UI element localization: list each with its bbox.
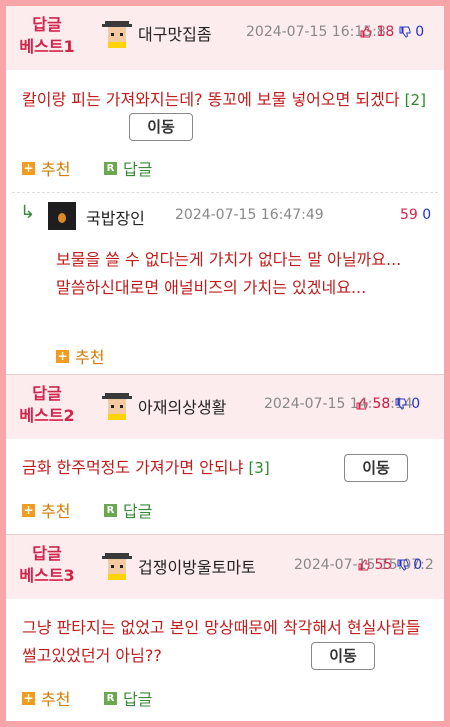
thumb-up-icon[interactable] — [356, 398, 368, 410]
recommend-label: 추천 — [41, 160, 71, 179]
thumb-up-icon[interactable] — [360, 26, 372, 38]
downvote-count: 0 — [422, 207, 432, 223]
downvote-count: 0 — [415, 24, 425, 40]
best-label-line1: 답글 — [32, 15, 62, 34]
best-label-line2: 베스트1 — [19, 37, 75, 56]
reply-button[interactable]: R 답글 — [104, 156, 152, 180]
best-label-line1: 답글 — [32, 384, 62, 403]
reply-r-icon: R — [104, 691, 117, 705]
move-button[interactable]: 이동 — [311, 642, 375, 670]
divider — [12, 192, 438, 193]
plus-icon: + — [22, 502, 35, 517]
reply-label: 답글 — [123, 502, 153, 521]
downvote-count: 0 — [411, 396, 421, 412]
reply-label: 답글 — [123, 160, 153, 179]
author-name[interactable]: 국밥장인 — [86, 205, 145, 229]
plus-icon: + — [22, 160, 35, 175]
pixel-avatar-icon[interactable] — [102, 550, 132, 580]
best-label-line2: 베스트2 — [19, 406, 75, 425]
reply-count: [2] — [404, 91, 426, 109]
recommend-button[interactable]: + 추천 — [22, 156, 70, 180]
thumb-up-icon[interactable] — [358, 559, 370, 571]
thumb-down-icon[interactable] — [397, 559, 409, 571]
recommend-button[interactable]: + 추천 — [22, 686, 70, 710]
best-label: 답글 베스트1 — [6, 14, 88, 58]
reply-avatar[interactable] — [48, 202, 76, 230]
move-button[interactable]: 이동 — [344, 454, 408, 482]
recommend-label: 추천 — [75, 348, 105, 367]
comment-text: 칼이랑 피는 가져와지는데? 똥꼬에 보물 넣어오면 되겠다 — [22, 90, 400, 109]
upvote-count: 55 — [374, 557, 393, 573]
timestamp: 2024-07-15 16:47:49 — [175, 207, 324, 223]
comment-body: 보물을 쓸 수 없다는게 가치가 없다는 말 아닐까요... 말씀하신대로면 애… — [56, 250, 402, 297]
upvote-count: 18 — [376, 24, 395, 40]
comment-panel: 답글 베스트1 대구맛집좀 2024-07-15 16:15:8 18 0 칼이… — [6, 6, 444, 721]
plus-icon: + — [22, 690, 35, 705]
move-button[interactable]: 이동 — [129, 113, 193, 141]
pixel-avatar-icon[interactable] — [102, 18, 132, 48]
best-label-line1: 답글 — [32, 544, 62, 563]
comment-body: 칼이랑 피는 가져와지는데? 똥꼬에 보물 넣어오면 되겠다 [2] — [22, 86, 432, 114]
reply-r-icon: R — [104, 161, 117, 175]
comment-text: 금화 한주먹정도 가져가면 안되냐 — [22, 458, 244, 477]
pixel-avatar-icon[interactable] — [102, 390, 132, 420]
thumb-down-icon[interactable] — [395, 398, 407, 410]
author-name[interactable]: 대구맛집좀 — [138, 21, 212, 45]
vote-counts: 18 0 — [360, 24, 424, 40]
upvote-count: 58 — [372, 396, 391, 412]
comment-body: 금화 한주먹정도 가져가면 안되냐 [3] — [22, 454, 332, 482]
vote-counts: 59 0 — [400, 207, 431, 223]
upvote-count: 59 — [400, 207, 418, 223]
reply-r-icon: R — [104, 503, 117, 517]
author-name[interactable]: 아재의상생활 — [138, 394, 226, 418]
reply-button[interactable]: R 답글 — [104, 686, 152, 710]
reply-arrow-icon: ↳ — [20, 202, 36, 223]
recommend-button[interactable]: + 추천 — [56, 344, 104, 368]
vote-counts: 58 0 — [356, 396, 420, 412]
author-name[interactable]: 겁쟁이방울토마토 — [138, 554, 256, 578]
reply-label: 답글 — [123, 690, 153, 709]
recommend-label: 추천 — [41, 502, 71, 521]
vote-counts: 55 0 — [358, 557, 422, 573]
best-label: 답글 베스트2 — [6, 383, 88, 427]
plus-icon: + — [56, 348, 69, 363]
thumb-down-icon[interactable] — [399, 26, 411, 38]
best-label-line2: 베스트3 — [19, 566, 75, 585]
reply-count: [3] — [248, 459, 270, 477]
reply-button[interactable]: R 답글 — [104, 498, 152, 522]
recommend-label: 추천 — [41, 690, 71, 709]
best-label: 답글 베스트3 — [6, 543, 88, 587]
downvote-count: 0 — [413, 557, 423, 573]
avatar-image-icon — [48, 202, 76, 230]
recommend-button[interactable]: + 추천 — [22, 498, 70, 522]
